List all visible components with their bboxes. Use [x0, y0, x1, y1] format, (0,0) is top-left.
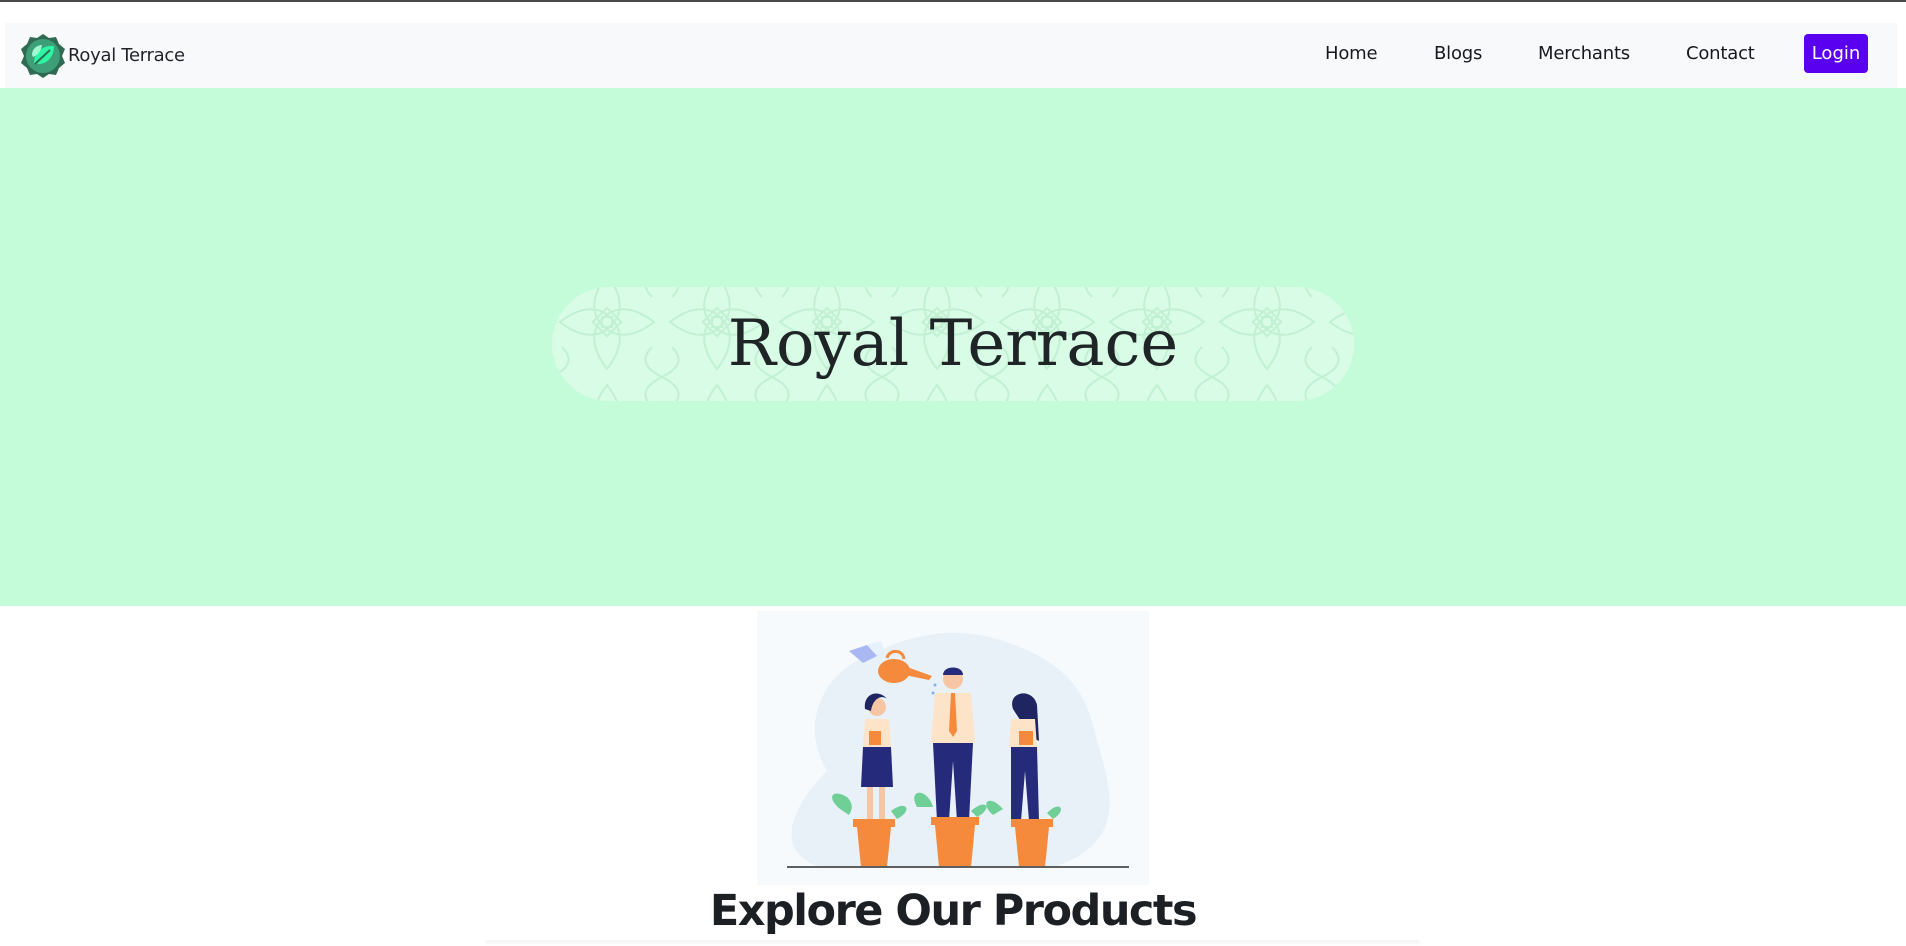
login-button[interactable]: Login: [1804, 34, 1868, 73]
nav-links: Home Blogs Merchants Contact Login: [5, 23, 1897, 88]
hero-banner: Royal Terrace: [0, 88, 1906, 606]
window-top-border: [0, 0, 1906, 2]
hero-title-pill: Royal Terrace: [552, 287, 1354, 401]
hero-title: Royal Terrace: [727, 307, 1179, 381]
products-section-edge: [485, 940, 1421, 946]
navbar: Royal Terrace Home Blogs Merchants Conta…: [5, 23, 1897, 88]
people-in-plant-pots-illustration: [787, 632, 1129, 868]
nav-link-contact[interactable]: Contact: [1686, 43, 1755, 64]
nav-link-home[interactable]: Home: [1325, 43, 1378, 64]
nav-link-merchants[interactable]: Merchants: [1538, 43, 1630, 64]
growth-illustration: [757, 611, 1149, 885]
explore-products-heading: Explore Our Products: [709, 886, 1198, 936]
nav-link-blogs[interactable]: Blogs: [1434, 43, 1482, 64]
